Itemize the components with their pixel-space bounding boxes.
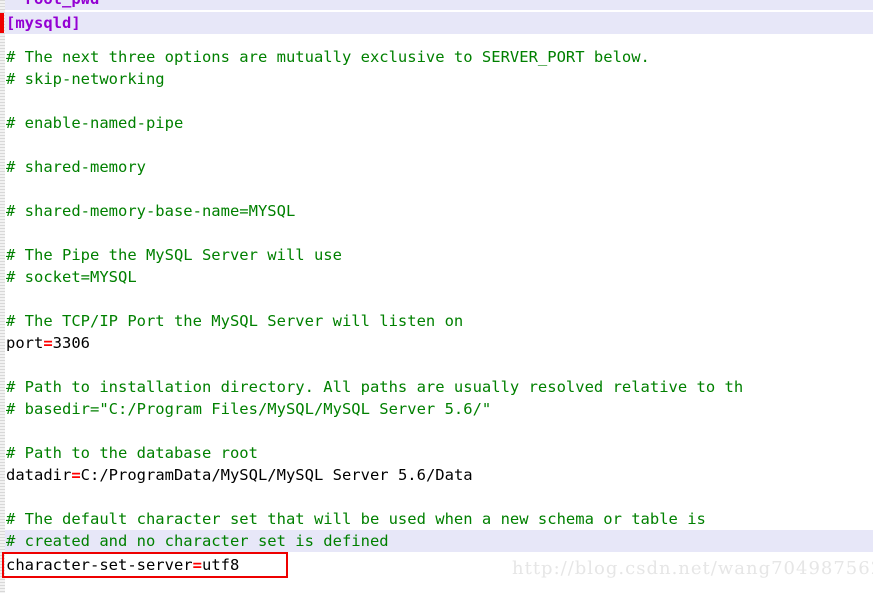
line-character-set-server-seg-eq: = <box>192 556 202 574</box>
bookmark-indicator[interactable] <box>0 13 4 33</box>
line-default-charset-comment-1[interactable]: # The default character set that will be… <box>0 508 873 530</box>
line-default-charset-comment-2-text: # created and no character set is define… <box>0 530 389 552</box>
line-shared-memory[interactable]: # shared-memory <box>0 156 873 178</box>
line-mysqld-seg-section: [mysqld] <box>6 14 81 32</box>
line-path-to-db-root[interactable]: # Path to the database root <box>0 442 873 464</box>
line-shared-memory-text: # shared-memory <box>0 156 146 178</box>
line-basedir-text: # basedir="C:/Program Files/MySQL/MySQL … <box>0 398 491 420</box>
line-datadir-text: datadir=C:/ProgramData/MySQL/MySQL Serve… <box>0 464 473 486</box>
line-partial-top-seg-section: root_pwd <box>6 0 100 8</box>
line-path-to-db-root-seg-comment: # Path to the database root <box>6 444 258 462</box>
line-the-pipe-text: # The Pipe the MySQL Server will use <box>0 244 342 266</box>
line-tcpip-port-comment[interactable]: # The TCP/IP Port the MySQL Server will … <box>0 310 873 332</box>
line-the-pipe[interactable]: # The Pipe the MySQL Server will use <box>0 244 873 266</box>
line-basedir-seg-comment: # basedir="C:/Program Files/MySQL/MySQL … <box>6 400 492 418</box>
line-mysqld-text: [mysqld] <box>0 12 81 34</box>
code-text-area[interactable]: root_pwd [mysqld] # The next three options… <box>0 0 873 593</box>
line-default-charset-comment-1-seg-comment: # The default character set that will be… <box>6 510 706 528</box>
line-partial-top[interactable]: root_pwd <box>0 0 873 10</box>
line-tcpip-port-comment-text: # The TCP/IP Port the MySQL Server will … <box>0 310 463 332</box>
line-datadir-seg-eq: = <box>71 466 81 484</box>
line-tcpip-port-comment-seg-comment: # The TCP/IP Port the MySQL Server will … <box>6 312 464 330</box>
watermark-text: http://blog.csdn.net/wang704987562 <box>512 558 873 579</box>
line-enable-named-pipe-seg-comment: # enable-named-pipe <box>6 114 184 132</box>
line-port-seg-eq: = <box>43 334 53 352</box>
line-enable-named-pipe[interactable]: # enable-named-pipe <box>0 112 873 134</box>
line-mysqld[interactable]: [mysqld] <box>0 12 873 34</box>
line-port-text: port=3306 <box>0 332 90 354</box>
line-default-charset-comment-2[interactable]: # created and no character set is define… <box>0 530 873 552</box>
line-next-three-options-seg-comment: # The next three options are mutually ex… <box>6 48 650 66</box>
line-character-set-server-seg-key: character-set-server <box>6 556 193 574</box>
line-shared-memory-base-name-text: # shared-memory-base-name=MYSQL <box>0 200 295 222</box>
line-next-three-options-text: # The next three options are mutually ex… <box>0 46 650 68</box>
line-character-set-server-seg-val: utf8 <box>201 556 240 574</box>
line-path-to-installation-text: # Path to installation directory. All pa… <box>0 376 743 398</box>
line-default-charset-comment-2-seg-comment: # created and no character set is define… <box>6 532 389 550</box>
line-socket[interactable]: # socket=MYSQL <box>0 266 873 288</box>
line-basedir[interactable]: # basedir="C:/Program Files/MySQL/MySQL … <box>0 398 873 420</box>
line-skip-networking[interactable]: # skip-networking <box>0 68 873 90</box>
line-datadir-seg-val: C:/ProgramData/MySQL/MySQL Server 5.6/Da… <box>80 466 473 484</box>
line-socket-text: # socket=MYSQL <box>0 266 137 288</box>
line-default-charset-comment-1-text: # The default character set that will be… <box>0 508 706 530</box>
line-next-three-options[interactable]: # The next three options are mutually ex… <box>0 46 873 68</box>
line-port-seg-key: port <box>6 334 44 352</box>
editor-gutter <box>0 0 5 593</box>
line-skip-networking-seg-comment: # skip-networking <box>6 70 165 88</box>
line-shared-memory-base-name-seg-comment: # shared-memory-base-name=MYSQL <box>6 202 296 220</box>
line-shared-memory-seg-comment: # shared-memory <box>6 158 146 176</box>
line-path-to-db-root-text: # Path to the database root <box>0 442 258 464</box>
line-socket-seg-comment: # socket=MYSQL <box>6 268 137 286</box>
line-skip-networking-text: # skip-networking <box>0 68 165 90</box>
line-the-pipe-seg-comment: # The Pipe the MySQL Server will use <box>6 246 342 264</box>
line-datadir-seg-key: datadir <box>6 466 72 484</box>
line-path-to-installation[interactable]: # Path to installation directory. All pa… <box>0 376 873 398</box>
line-partial-top-text: root_pwd <box>0 0 100 10</box>
line-character-set-server-text: character-set-server=utf8 <box>0 554 239 576</box>
line-enable-named-pipe-text: # enable-named-pipe <box>0 112 183 134</box>
line-port[interactable]: port=3306 <box>0 332 873 354</box>
line-datadir[interactable]: datadir=C:/ProgramData/MySQL/MySQL Serve… <box>0 464 873 486</box>
line-shared-memory-base-name[interactable]: # shared-memory-base-name=MYSQL <box>0 200 873 222</box>
code-editor-pane[interactable]: root_pwd [mysqld] # The next three options… <box>0 0 873 593</box>
line-path-to-installation-seg-comment: # Path to installation directory. All pa… <box>6 378 744 396</box>
line-port-seg-val: 3306 <box>52 334 90 352</box>
